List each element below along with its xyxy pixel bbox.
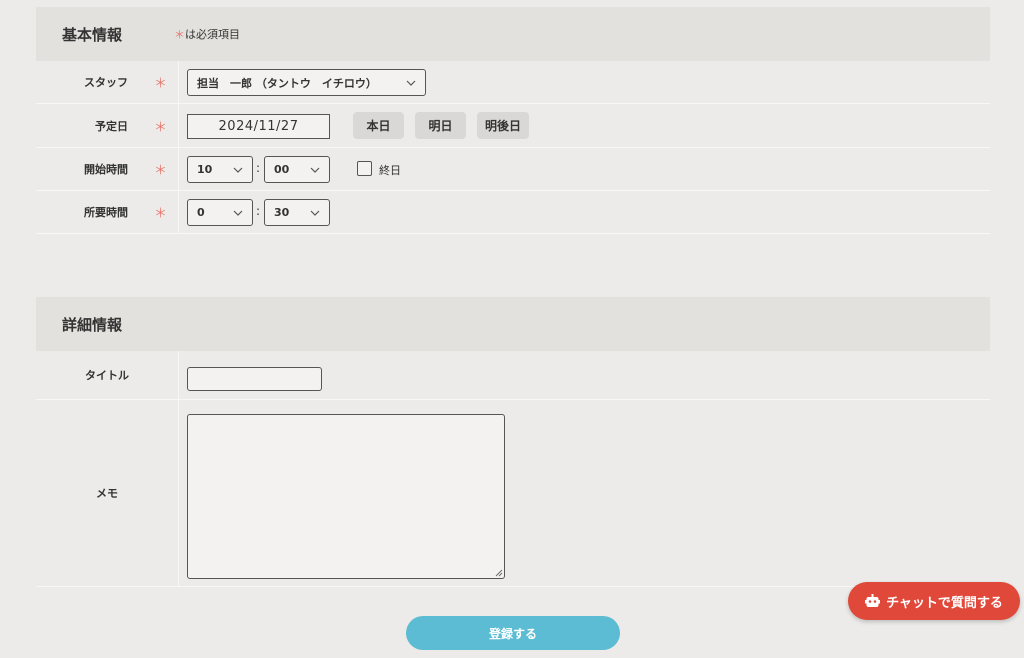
memo-label-cell: メモ — [36, 400, 179, 586]
allday-checkbox[interactable] — [357, 161, 372, 176]
staff-select-value: 担当 一郎 （タントウ イチロウ） — [197, 76, 377, 90]
chevron-down-icon — [310, 210, 320, 216]
robot-icon — [865, 593, 881, 607]
chevron-down-icon — [233, 167, 243, 173]
duration-label: 所要時間 — [84, 206, 128, 219]
duration-required-star: ＊ — [154, 206, 168, 222]
chevron-down-icon — [406, 80, 416, 86]
staff-select[interactable]: 担当 一郎 （タントウ イチロウ） — [187, 69, 426, 96]
allday-label: 終日 — [379, 164, 401, 177]
basic-info-header: 基本情報 ＊は必須項目 — [36, 7, 990, 61]
memo-label: メモ — [96, 487, 118, 500]
date-label: 予定日 — [95, 119, 128, 133]
detail-info-header: 詳細情報 — [36, 297, 990, 351]
duration-minute-select[interactable]: 30 — [264, 199, 330, 226]
tomorrow-button[interactable]: 明日 — [415, 112, 466, 139]
detail-info-title: 詳細情報 — [62, 315, 123, 334]
start-time-row: 開始時間 ＊ 10 : 00 終日 — [36, 148, 990, 191]
chevron-down-icon — [310, 167, 320, 173]
staff-row: スタッフ ＊ 担当 一郎 （タントウ イチロウ） — [36, 61, 990, 104]
memo-row: メモ — [36, 400, 990, 587]
today-button[interactable]: 本日 — [353, 112, 404, 139]
date-required-star: ＊ — [154, 120, 168, 135]
start-minute-value: 00 — [274, 163, 290, 176]
start-time-label: 開始時間 — [84, 163, 128, 176]
required-note: ＊は必須項目 — [174, 26, 240, 42]
required-note-text: は必須項目 — [185, 28, 241, 41]
start-time-label-cell: 開始時間 ＊ — [36, 148, 179, 190]
duration-label-cell: 所要時間 ＊ — [36, 191, 179, 233]
chevron-down-icon — [233, 210, 243, 216]
staff-required-star: ＊ — [154, 76, 168, 92]
date-input[interactable]: 2024/11/27 — [187, 114, 330, 139]
title-input[interactable] — [187, 367, 322, 391]
title-label-cell: タイトル — [36, 351, 179, 399]
chat-button-label: チャットで質問する — [886, 595, 1003, 611]
start-time-required-star: ＊ — [154, 163, 168, 179]
staff-label: スタッフ — [84, 76, 128, 89]
start-time-separator: : — [256, 161, 261, 175]
basic-info-title: 基本情報 — [62, 25, 123, 44]
memo-textarea[interactable] — [187, 414, 505, 579]
staff-label-cell: スタッフ ＊ — [36, 61, 179, 103]
duration-hour-value: 0 — [197, 206, 205, 219]
duration-minute-value: 30 — [274, 206, 290, 219]
date-label-cell: 予定日 ＊ — [36, 104, 179, 147]
resize-grip-icon[interactable] — [495, 569, 503, 577]
duration-separator: : — [256, 204, 261, 218]
day-after-tomorrow-button[interactable]: 明後日 — [477, 112, 529, 139]
start-minute-select[interactable]: 00 — [264, 156, 330, 183]
required-note-star: ＊ — [174, 28, 186, 41]
title-label: タイトル — [85, 369, 129, 382]
start-hour-value: 10 — [197, 163, 213, 176]
start-hour-select[interactable]: 10 — [187, 156, 253, 183]
submit-button[interactable]: 登録する — [406, 616, 620, 650]
chat-button[interactable]: チャットで質問する — [848, 582, 1020, 620]
title-row: タイトル — [36, 351, 990, 400]
date-row: 予定日 ＊ 2024/11/27 本日 明日 明後日 — [36, 104, 990, 148]
duration-row: 所要時間 ＊ 0 : 30 — [36, 191, 990, 234]
duration-hour-select[interactable]: 0 — [187, 199, 253, 226]
